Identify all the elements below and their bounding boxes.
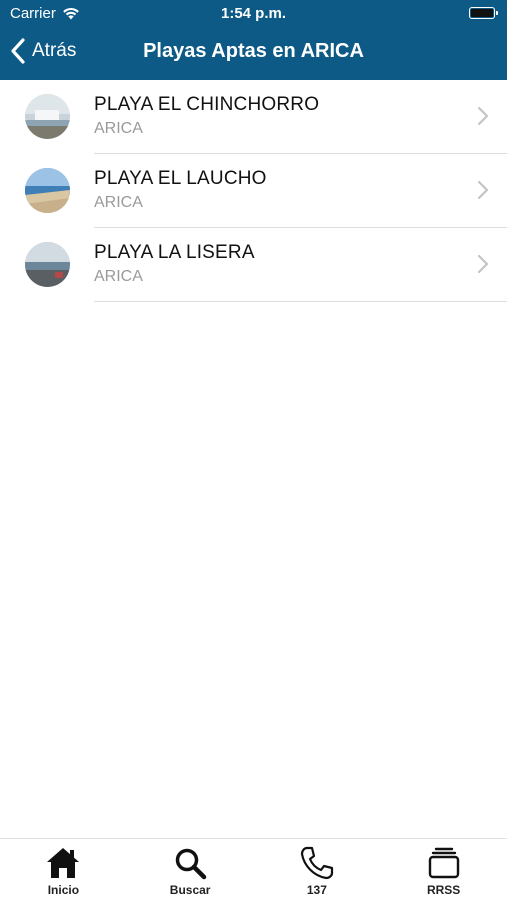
home-icon [47,848,80,878]
beach-city: ARICA [94,120,143,137]
tab-bar: Inicio Buscar 137 RRSS [0,838,507,900]
divider [94,301,507,302]
status-time: 1:54 p.m. [220,5,287,22]
beach-city: ARICA [94,194,143,211]
chevron-right-icon [477,180,489,200]
beach-thumbnail [25,94,70,139]
beach-name: PLAYA LA LISERA [94,242,255,263]
beach-list: PLAYA EL CHINCHORRO ARICA PLAYA EL LAUCH… [0,80,507,302]
header: Carrier 1:54 p.m. Atrás Playas Aptas en … [0,0,507,80]
tab-buscar[interactable]: Buscar [127,839,254,900]
battery-icon [469,7,498,19]
navigation-bar: Atrás Playas Aptas en ARICA [0,30,507,76]
beach-city: ARICA [94,268,143,285]
tab-inicio[interactable]: Inicio [0,839,127,900]
search-icon [175,848,207,880]
chevron-right-icon [477,106,489,126]
list-item[interactable]: PLAYA EL LAUCHO ARICA [0,154,507,228]
beach-name: PLAYA EL CHINCHORRO [94,94,320,115]
beach-name: PLAYA EL LAUCHO [94,168,267,189]
phone-icon [300,846,333,880]
list-item[interactable]: PLAYA EL CHINCHORRO ARICA [0,80,507,154]
chevron-right-icon [477,254,489,274]
stack-icon [428,847,459,879]
status-bar: Carrier 1:54 p.m. [0,0,507,28]
page-title: Playas Aptas en ARICA [143,40,364,62]
beach-thumbnail [25,242,70,287]
tab-label: RRSS [426,883,461,897]
tab-rrss[interactable]: RRSS [380,839,507,900]
tab-label: Inicio [47,883,80,897]
tab-137[interactable]: 137 [254,839,381,900]
tab-label: 137 [306,883,327,897]
list-item[interactable]: PLAYA LA LISERA ARICA [0,228,507,302]
tab-label: Buscar [169,883,211,897]
beach-thumbnail [25,168,70,213]
